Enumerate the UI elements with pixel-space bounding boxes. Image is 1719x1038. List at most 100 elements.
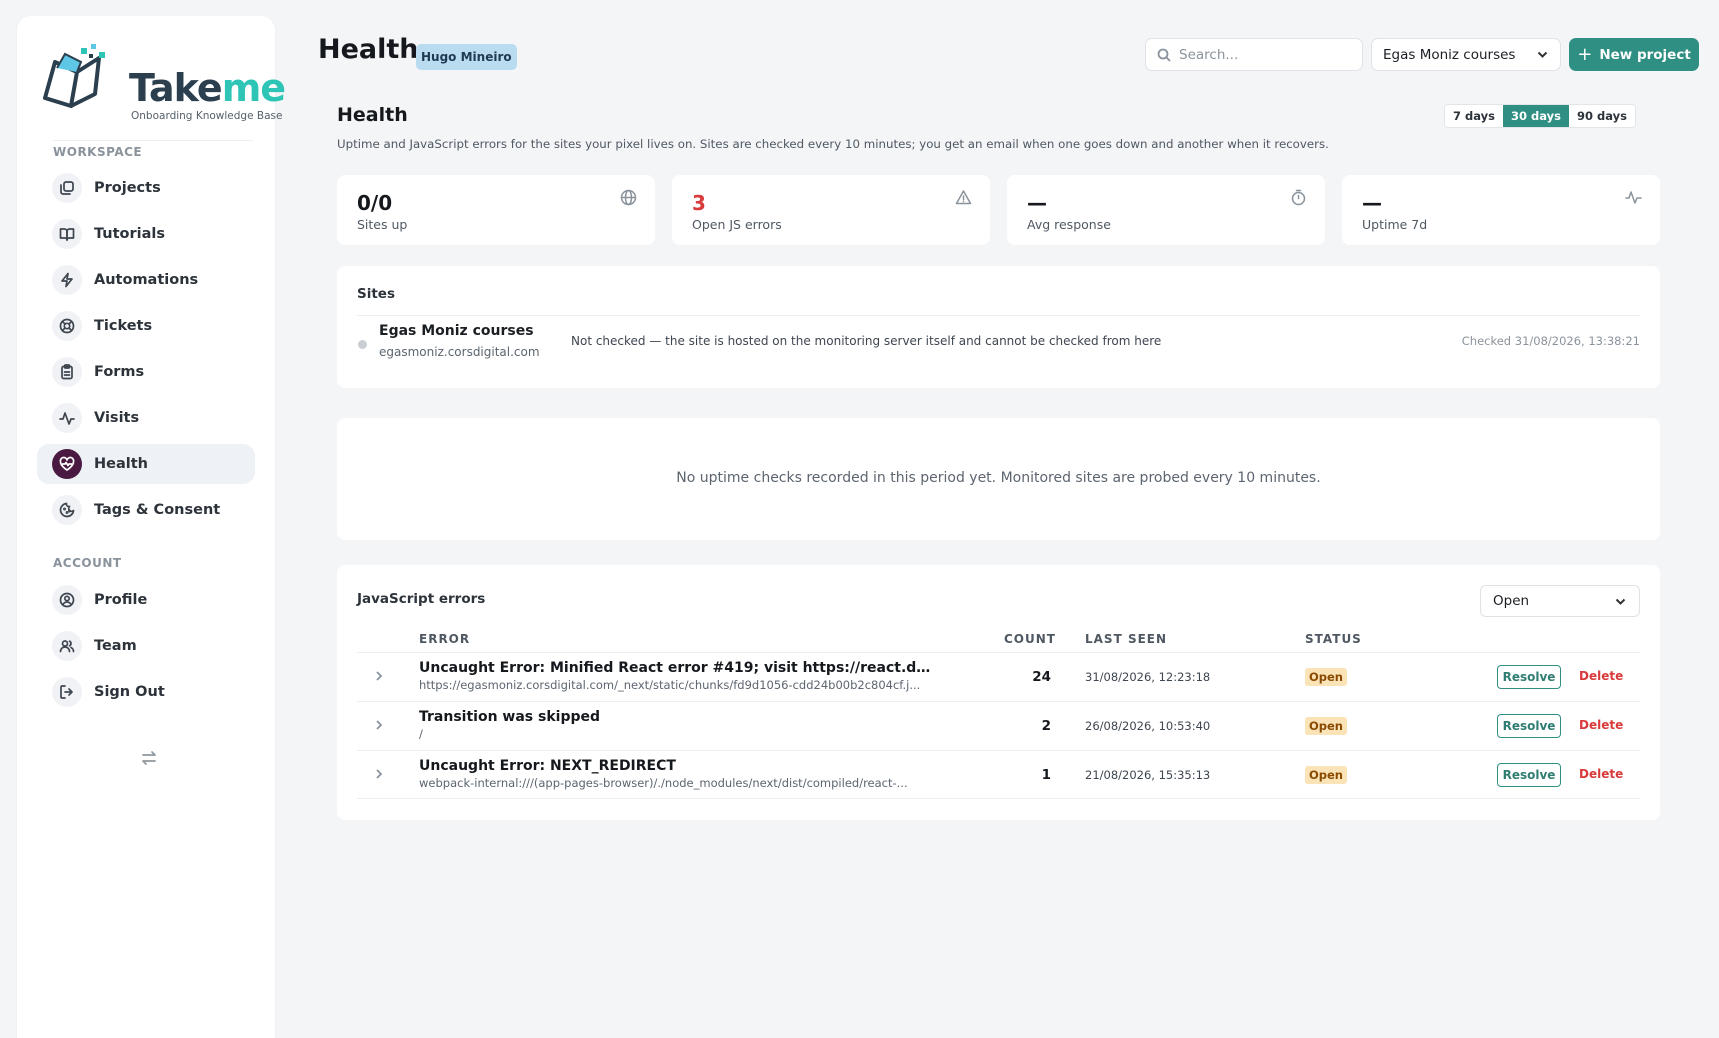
book-icon (52, 219, 82, 249)
collapse-sidebar-icon[interactable] (135, 744, 163, 772)
sidebar-item-profile[interactable]: Profile (37, 580, 255, 620)
stat-value: 0/0 (357, 191, 393, 215)
page-title: Health (318, 34, 419, 65)
sidebar: Takeme Onboarding Knowledge Base WORKSPA… (17, 16, 286, 1038)
error-message: Uncaught Error: Minified React error #41… (419, 660, 939, 676)
sign-out-icon (52, 677, 82, 707)
clipboard-icon (52, 357, 82, 387)
site-checked-time: Checked 31/08/2026, 13:38:21 (1461, 334, 1640, 348)
user-circle-icon (52, 585, 82, 615)
globe-icon (620, 189, 637, 206)
table-row: Uncaught Error: Minified React error #41… (357, 652, 1640, 701)
range-7-days[interactable]: 7 days (1445, 105, 1503, 127)
resolve-button[interactable]: Resolve (1497, 665, 1561, 689)
error-last-seen: 26/08/2026, 10:53:40 (1085, 719, 1211, 733)
sidebar-item-team[interactable]: Team (37, 626, 255, 666)
error-count: 1 (1041, 767, 1051, 783)
chevron-right-icon[interactable] (372, 766, 386, 780)
delete-button[interactable]: Delete (1579, 767, 1623, 781)
search-icon (1157, 48, 1171, 62)
lightning-icon (52, 265, 82, 295)
sidebar-item-label: Team (94, 638, 137, 654)
uptime-empty-message: No uptime checks recorded in this period… (676, 470, 1321, 486)
delete-button[interactable]: Delete (1579, 669, 1623, 683)
status-filter-select[interactable]: Open (1480, 585, 1640, 617)
projects-icon (52, 173, 82, 203)
project-select[interactable]: Egas Moniz courses (1371, 38, 1561, 71)
site-url: egasmoniz.corsdigital.com (379, 345, 540, 359)
new-project-button[interactable]: + New project (1569, 38, 1699, 71)
sidebar-item-label: Visits (94, 410, 140, 426)
uptime-chart-card: No uptime checks recorded in this period… (337, 418, 1660, 540)
divider (357, 315, 1640, 316)
table-row: Transition was skipped / 2 26/08/2026, 1… (357, 701, 1640, 750)
search-input[interactable] (1179, 46, 1349, 63)
sidebar-item-visits[interactable]: Visits (37, 398, 255, 438)
search-box[interactable] (1145, 38, 1363, 71)
range-90-days[interactable]: 90 days (1569, 105, 1635, 127)
site-name: Egas Moniz courses (379, 323, 534, 339)
divider (53, 140, 253, 141)
sidebar-item-label: Tickets (94, 318, 153, 334)
error-source: webpack-internal:///(app-pages-browser)/… (419, 776, 908, 790)
sidebar-item-label: Automations (94, 272, 199, 288)
sidebar-item-tags-consent[interactable]: Tags & Consent (37, 490, 255, 530)
users-icon (52, 631, 82, 661)
chevron-right-icon[interactable] (372, 668, 386, 682)
user-badge: Hugo Mineiro (416, 44, 517, 70)
heart-pulse-icon (52, 449, 82, 479)
site-status-dot (358, 340, 367, 349)
sidebar-item-sign-out[interactable]: Sign Out (37, 672, 255, 712)
column-header-last-seen: LAST SEEN (1085, 632, 1168, 646)
stat-card-avg-response: — Avg response (1007, 175, 1325, 245)
stat-value: — (1362, 191, 1382, 215)
table-row: Uncaught Error: NEXT_REDIRECT webpack-in… (357, 750, 1640, 799)
resolve-button[interactable]: Resolve (1497, 714, 1561, 738)
sidebar-item-automations[interactable]: Automations (37, 260, 255, 300)
time-range-toggle: 7 days 30 days 90 days (1444, 104, 1636, 128)
activity-icon (52, 403, 82, 433)
stat-label: Open JS errors (692, 217, 782, 232)
resolve-button[interactable]: Resolve (1497, 763, 1561, 787)
brand-logo[interactable]: Takeme Onboarding Knowledge Base (37, 40, 286, 130)
stat-label: Uptime 7d (1362, 217, 1428, 232)
brand-subtitle: Onboarding Knowledge Base (131, 110, 283, 122)
sidebar-item-health[interactable]: Health (37, 444, 255, 484)
sidebar-item-label: Sign Out (94, 684, 165, 700)
range-30-days[interactable]: 30 days (1503, 105, 1569, 127)
sidebar-item-tickets[interactable]: Tickets (37, 306, 255, 346)
column-header-error: ERROR (419, 632, 471, 646)
chevron-right-icon[interactable] (372, 717, 386, 731)
workspace-section-label: WORKSPACE (53, 145, 143, 159)
pulse-icon (1625, 189, 1642, 206)
delete-button[interactable]: Delete (1579, 718, 1623, 732)
brand-name: Takeme (129, 66, 286, 110)
lifebuoy-icon (52, 311, 82, 341)
status-badge: Open (1305, 668, 1347, 686)
status-badge: Open (1305, 717, 1347, 735)
error-last-seen: 21/08/2026, 15:35:13 (1085, 768, 1211, 782)
sidebar-item-tutorials[interactable]: Tutorials (37, 214, 255, 254)
stat-card-uptime-7d: — Uptime 7d (1342, 175, 1660, 245)
error-source: https://egasmoniz.corsdigital.com/_next/… (419, 678, 921, 692)
sites-title: Sites (357, 286, 395, 302)
error-source: / (419, 727, 423, 741)
chevron-down-icon (1537, 51, 1548, 58)
book-logo-icon (43, 44, 105, 108)
sidebar-item-projects[interactable]: Projects (37, 168, 255, 208)
stat-value: — (1027, 191, 1047, 215)
error-count: 2 (1041, 718, 1051, 734)
stat-label: Avg response (1027, 217, 1111, 232)
sites-card: Sites Egas Moniz courses egasmoniz.corsd… (337, 266, 1660, 388)
sidebar-item-forms[interactable]: Forms (37, 352, 255, 392)
stat-card-open-js-errors: 3 Open JS errors (672, 175, 990, 245)
column-header-status: STATUS (1305, 632, 1362, 646)
sidebar-item-label: Tutorials (94, 226, 166, 242)
error-count: 24 (1032, 669, 1051, 685)
status-filter-value: Open (1493, 593, 1530, 609)
sidebar-item-label: Profile (94, 592, 148, 608)
js-errors-title: JavaScript errors (357, 591, 486, 607)
project-select-value: Egas Moniz courses (1383, 46, 1516, 63)
status-badge: Open (1305, 766, 1347, 784)
stat-label: Sites up (357, 217, 408, 232)
